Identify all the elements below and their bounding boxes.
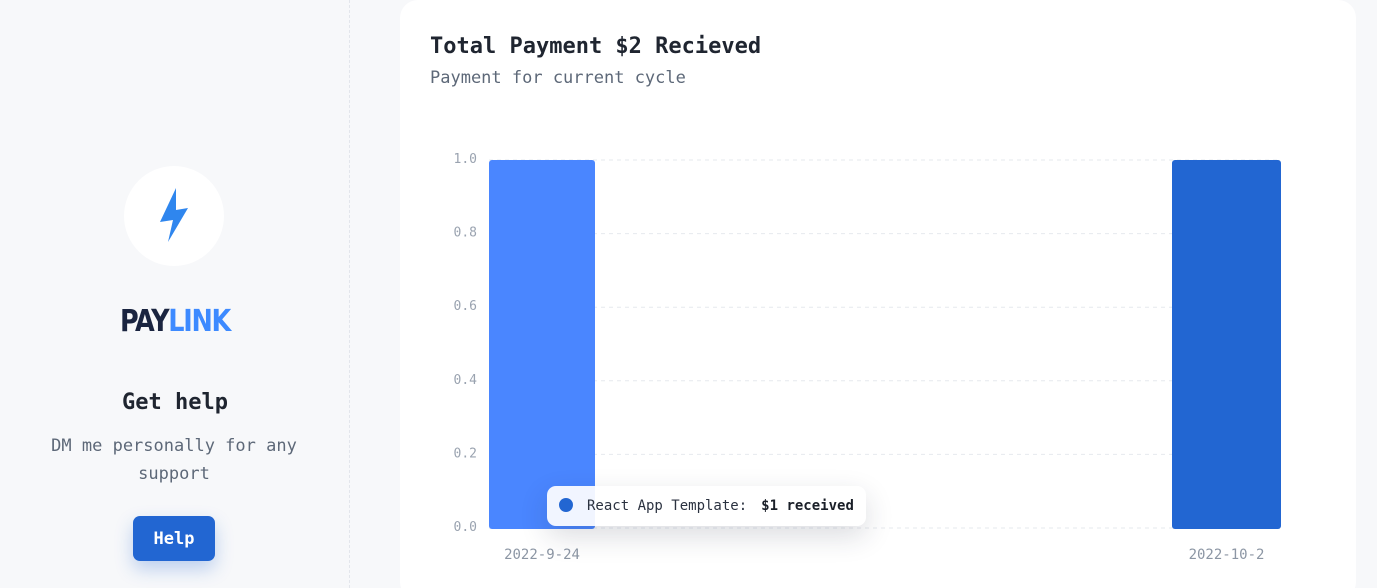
chart-tooltip: React App Template: $1 received <box>547 486 866 526</box>
tooltip-value: $1 received <box>761 498 854 514</box>
bar-chart: 0.0 0.2 0.4 0.6 0.8 1.0 2022-9-24 2022-10-2 <box>454 152 1281 563</box>
bar[interactable] <box>1172 160 1281 529</box>
tooltip-label: React App Template: <box>587 498 748 514</box>
tooltip-series-dot <box>559 497 573 512</box>
brand-logo-part1: PAY <box>119 304 170 339</box>
lightning-icon <box>160 188 188 242</box>
brand-logo-part2: LINK <box>168 304 231 339</box>
help-title: Get help <box>122 390 228 415</box>
y-tick-label: 1.0 <box>454 152 477 167</box>
bar[interactable] <box>489 160 595 529</box>
x-tick-label: 2022-9-24 <box>504 547 580 563</box>
brand-logo: PAYLINK <box>26 304 324 339</box>
payment-card: Total Payment $2 Recieved Payment for cu… <box>400 0 1356 588</box>
help-button[interactable]: Help <box>133 516 215 561</box>
y-tick-label: 0.6 <box>454 299 477 314</box>
help-description: DM me personally for any support <box>51 436 297 484</box>
y-tick-label: 0.0 <box>454 520 477 535</box>
sidebar: PAYLINK Get help DM me personally for an… <box>0 0 350 588</box>
y-tick-label: 0.2 <box>454 446 477 461</box>
logo-badge <box>124 166 224 266</box>
y-tick-label: 0.8 <box>454 226 477 241</box>
x-tick-label: 2022-10-2 <box>1189 547 1265 563</box>
y-tick-label: 0.4 <box>454 373 478 388</box>
